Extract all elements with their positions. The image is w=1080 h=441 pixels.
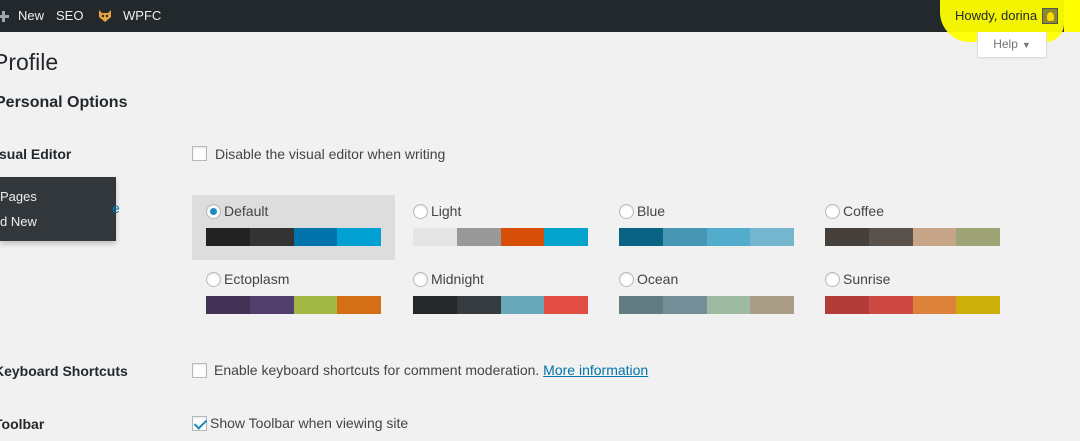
color-scheme-default[interactable]: Default <box>192 195 395 260</box>
color-scheme-label: Default <box>224 203 269 219</box>
wpfc-menu[interactable]: WPFC <box>97 0 161 32</box>
color-swatch <box>662 228 707 246</box>
seo-label: SEO <box>56 8 84 23</box>
plus-icon <box>0 9 10 23</box>
color-scheme-ectoplasm[interactable]: Ectoplasm <box>192 263 395 328</box>
color-swatch <box>544 296 588 314</box>
color-swatch <box>912 296 957 314</box>
color-swatch <box>500 296 545 314</box>
color-swatch <box>249 296 294 314</box>
color-swatch <box>619 296 663 314</box>
color-scheme-midnight[interactable]: Midnight <box>399 263 602 328</box>
color-swatches <box>206 296 381 314</box>
more-information-link[interactable]: More information <box>543 362 648 378</box>
color-swatch <box>825 296 869 314</box>
partial-label: e <box>112 200 120 216</box>
color-scheme-radio[interactable] <box>206 272 221 287</box>
color-swatch <box>206 296 250 314</box>
color-scheme-label: Ectoplasm <box>224 271 290 287</box>
help-label: Help <box>993 37 1018 51</box>
color-swatches <box>825 228 1000 246</box>
color-swatch <box>456 228 501 246</box>
cheetah-icon <box>99 10 111 22</box>
keyboard-shortcuts-description: Enable keyboard shortcuts for comment mo… <box>214 362 540 378</box>
new-content-menu[interactable]: New <box>0 0 46 32</box>
color-swatch <box>293 228 338 246</box>
seo-menu[interactable]: SEO <box>56 0 83 32</box>
keyboard-shortcuts-label: Keyboard Shortcuts <box>0 363 128 379</box>
color-swatch <box>500 228 545 246</box>
color-swatches <box>619 296 794 314</box>
color-scheme-blue[interactable]: Blue <box>605 195 808 260</box>
color-scheme-radio[interactable] <box>619 272 634 287</box>
flyout-item-pages[interactable]: Pages <box>0 189 37 204</box>
color-swatch <box>912 228 957 246</box>
color-swatch <box>337 228 381 246</box>
caret-down-icon: ▼ <box>1021 40 1031 50</box>
page-title: Profile <box>0 49 59 75</box>
color-swatches <box>825 296 1000 314</box>
color-swatch <box>706 228 751 246</box>
highlight-marker-edge <box>1064 0 1080 32</box>
color-scheme-radio[interactable] <box>825 204 840 219</box>
visual-editor-checkbox[interactable] <box>192 146 207 161</box>
color-scheme-label: Blue <box>637 203 666 219</box>
color-swatches <box>413 228 588 246</box>
color-scheme-label: Light <box>431 203 462 219</box>
new-label: New <box>18 8 45 23</box>
color-swatch <box>456 296 501 314</box>
howdy-label: Howdy, dorina <box>955 8 1038 23</box>
section-title: Personal Options <box>0 94 128 111</box>
keyboard-shortcuts-checkbox[interactable] <box>192 363 207 378</box>
my-account-menu[interactable]: Howdy, dorina <box>955 0 1037 32</box>
color-swatch <box>956 296 1000 314</box>
flyout-item-add-new[interactable]: d New <box>0 214 37 229</box>
visual-editor-text: Disable the visual editor when writing <box>215 146 446 162</box>
color-swatch <box>293 296 338 314</box>
color-swatch <box>956 228 1000 246</box>
color-swatch <box>868 296 913 314</box>
color-swatch <box>206 228 250 246</box>
color-swatch <box>868 228 913 246</box>
color-swatch <box>662 296 707 314</box>
flyout-menu: Pages d New <box>0 177 116 241</box>
color-scheme-radio[interactable] <box>825 272 840 287</box>
color-scheme-radio[interactable] <box>413 204 428 219</box>
color-swatch <box>413 228 457 246</box>
toolbar-text: Show Toolbar when viewing site <box>210 415 409 431</box>
admin-bar: New SEO WPFC Howdy, dorina <box>0 0 1080 42</box>
color-swatch <box>249 228 294 246</box>
visual-editor-label: Visual Editor <box>0 146 72 162</box>
color-scheme-label: Midnight <box>431 271 484 287</box>
color-scheme-radio[interactable] <box>206 204 221 219</box>
wpfc-label: WPFC <box>123 8 162 23</box>
color-swatches <box>206 228 381 246</box>
color-swatch <box>706 296 751 314</box>
color-scheme-ocean[interactable]: Ocean <box>605 263 808 328</box>
color-swatches <box>619 228 794 246</box>
keyboard-shortcuts-text: Enable keyboard shortcuts for comment mo… <box>214 362 648 378</box>
color-swatch <box>619 228 663 246</box>
color-scheme-coffee[interactable]: Coffee <box>811 195 1014 260</box>
avatar[interactable] <box>1042 8 1058 24</box>
color-scheme-light[interactable]: Light <box>399 195 602 260</box>
color-scheme-sunrise[interactable]: Sunrise <box>811 263 1014 328</box>
color-scheme-label: Ocean <box>637 271 679 287</box>
color-scheme-label: Coffee <box>843 203 884 219</box>
color-swatch <box>750 228 794 246</box>
toolbar-checkbox[interactable] <box>192 416 207 431</box>
color-swatch <box>413 296 457 314</box>
color-scheme-radio[interactable] <box>413 272 428 287</box>
color-swatch <box>337 296 381 314</box>
color-swatch <box>544 228 588 246</box>
toolbar-label: Toolbar <box>0 416 45 432</box>
color-swatch <box>825 228 869 246</box>
color-swatch <box>750 296 794 314</box>
color-scheme-label: Sunrise <box>843 271 891 287</box>
color-swatches <box>413 296 588 314</box>
color-scheme-radio[interactable] <box>619 204 634 219</box>
help-button[interactable]: Help ▼ <box>977 32 1047 58</box>
